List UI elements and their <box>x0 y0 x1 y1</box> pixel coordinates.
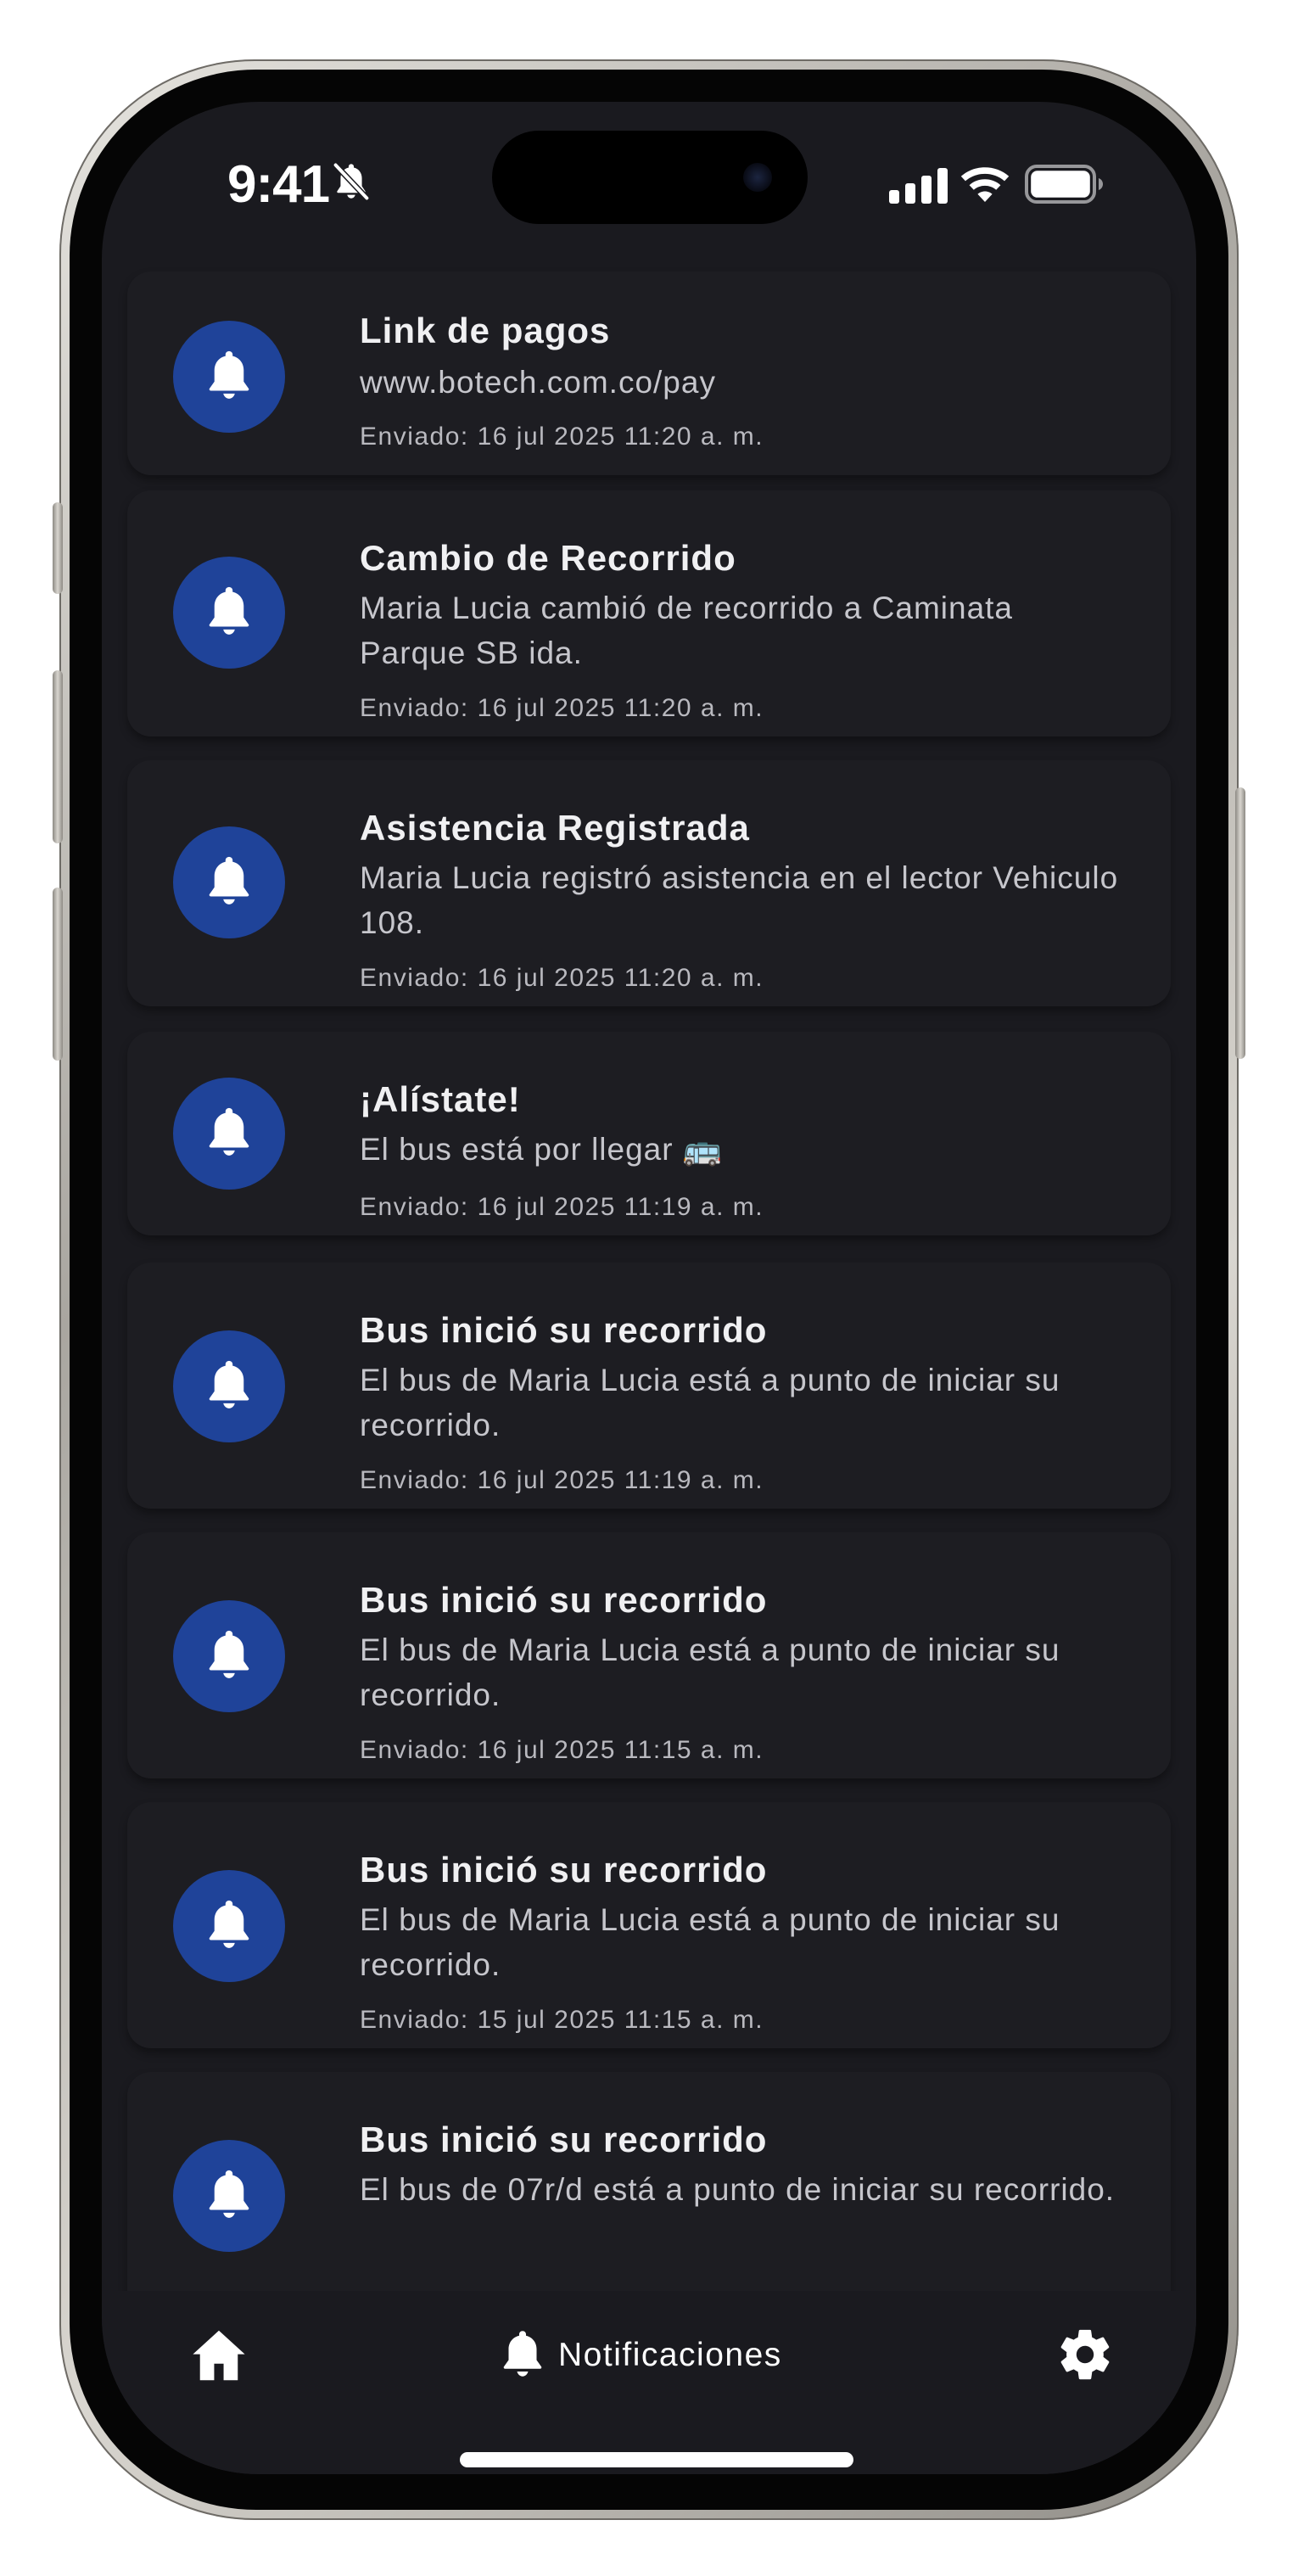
notification-body: El bus de 07r/d está a punto de iniciar … <box>360 2172 1116 2207</box>
notification-title: Cambio de Recorrido <box>360 538 736 578</box>
notification-card[interactable]: Link de pagos www.botech.com.co/pay Envi… <box>127 272 1171 475</box>
notification-title: ¡Alístate! <box>360 1079 521 1119</box>
notification-avatar <box>173 2140 285 2252</box>
notification-body: El bus de Maria Lucia está a punto de in… <box>360 1902 1060 1982</box>
status-time: 9:41 <box>227 155 330 214</box>
volume-down-button <box>53 888 63 1061</box>
notification-date: Enviado: 16 jul 2025 11:19 a. m. <box>360 1193 764 1221</box>
notification-card[interactable]: Bus inició su recorrido El bus de Maria … <box>127 1802 1171 2048</box>
dynamic-island <box>492 131 808 224</box>
notification-title: Bus inició su recorrido <box>360 1850 768 1890</box>
bell-icon <box>209 586 249 635</box>
notification-avatar <box>173 557 285 669</box>
bell-icon <box>209 2170 249 2218</box>
notification-card[interactable]: Bus inició su recorrido El bus de Maria … <box>127 1263 1171 1509</box>
camera-lens <box>743 163 772 192</box>
notification-avatar <box>173 1330 285 1442</box>
notification-body: www.botech.com.co/pay <box>360 365 716 400</box>
notification-date: Enviado: 16 jul 2025 11:15 a. m. <box>360 1736 764 1764</box>
bottom-nav: Notificaciones <box>102 2291 1196 2474</box>
notification-date: Enviado: 16 jul 2025 11:20 a. m. <box>360 964 764 992</box>
notification-avatar <box>173 826 285 938</box>
bell-icon <box>209 1360 249 1408</box>
notification-card[interactable]: Bus inició su recorrido El bus de 07r/d … <box>127 2072 1171 2318</box>
notification-title: Asistencia Registrada <box>360 808 750 848</box>
notification-avatar <box>173 1078 285 1190</box>
notification-date: Enviado: 16 jul 2025 11:20 a. m. <box>360 423 764 451</box>
bell-icon <box>209 1630 249 1678</box>
notification-card[interactable]: ¡Alístate! El bus está por llegar 🚌 Envi… <box>127 1032 1171 1235</box>
notification-title: Bus inició su recorrido <box>360 2120 768 2159</box>
volume-up-button <box>53 670 63 843</box>
notification-date: Enviado: 16 jul 2025 11:19 a. m. <box>360 1466 764 1494</box>
bell-icon <box>209 350 249 399</box>
notification-body: Maria Lucia cambió de recorrido a Camina… <box>360 591 1014 670</box>
nav-notifications-label: Notificaciones <box>558 2337 782 2373</box>
notification-body: El bus de Maria Lucia está a punto de in… <box>360 1363 1060 1442</box>
notification-body: El bus está por llegar 🚌 <box>360 1132 723 1167</box>
bell-icon <box>209 856 249 904</box>
action-button <box>53 502 63 594</box>
notification-date: Enviado: 16 jul 2025 11:20 a. m. <box>360 694 764 722</box>
bell-icon <box>209 1900 249 1948</box>
bell-icon <box>209 1107 249 1156</box>
cellular-signal-icon <box>889 168 948 204</box>
battery-icon <box>1025 165 1103 204</box>
bell-slash-icon <box>333 162 370 201</box>
home-indicator[interactable] <box>460 2452 853 2467</box>
nav-notifications[interactable]: Notificaciones <box>497 2321 782 2389</box>
home-icon[interactable] <box>190 2328 248 2383</box>
notification-title: Link de pagos <box>360 311 611 350</box>
notification-body: El bus de Maria Lucia está a punto de in… <box>360 1632 1060 1712</box>
notification-card[interactable]: Asistencia Registrada Maria Lucia regist… <box>127 760 1171 1006</box>
notification-body: Maria Lucia registró asistencia en el le… <box>360 860 1119 940</box>
notification-title: Bus inició su recorrido <box>360 1580 768 1620</box>
notification-card[interactable]: Bus inició su recorrido El bus de Maria … <box>127 1532 1171 1778</box>
notification-date: Enviado: 15 jul 2025 11:15 a. m. <box>360 2006 764 2034</box>
notification-avatar <box>173 1600 285 1712</box>
notification-title: Bus inició su recorrido <box>360 1310 768 1350</box>
notification-avatar <box>173 321 285 433</box>
notification-card[interactable]: Cambio de Recorrido Maria Lucia cambió d… <box>127 490 1171 736</box>
notification-avatar <box>173 1870 285 1982</box>
power-button <box>1235 787 1245 1059</box>
wifi-icon <box>960 167 1010 202</box>
bell-icon <box>503 2331 542 2377</box>
gear-icon[interactable] <box>1055 2325 1115 2384</box>
screen: Link de pagos www.botech.com.co/pay Envi… <box>102 102 1196 2474</box>
